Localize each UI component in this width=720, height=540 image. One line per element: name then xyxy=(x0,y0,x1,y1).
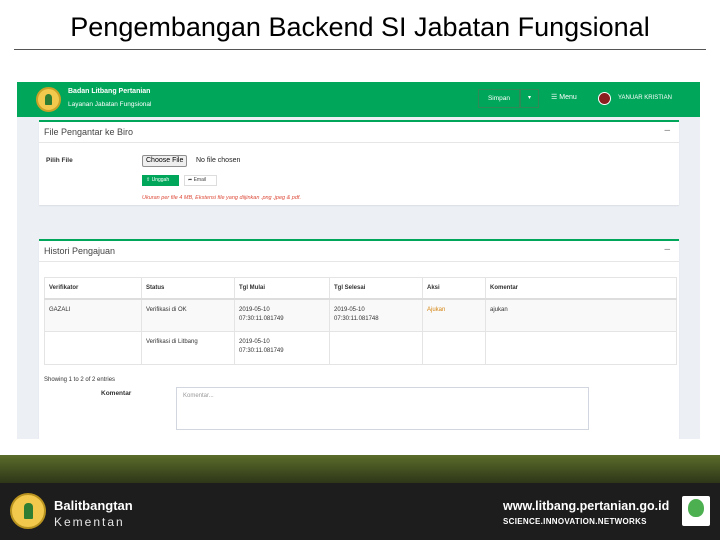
save-dropdown-toggle[interactable]: ▾ xyxy=(520,89,539,108)
table-header-row: Verifikator Status Tgl Mulai Tgl Selesai… xyxy=(44,277,677,300)
column-header-status[interactable]: Status xyxy=(141,277,235,300)
top-navbar: Badan Litbang Pertanian Layanan Jabatan … xyxy=(17,82,700,117)
collapse-icon[interactable]: – xyxy=(664,125,670,136)
upload-panel-title: File Pengantar ke Biro xyxy=(44,127,134,137)
cell-komentar xyxy=(485,331,677,365)
title-divider xyxy=(14,49,706,50)
upload-panel: File Pengantar ke Biro – Pilih File Choo… xyxy=(39,120,679,205)
history-panel-title: Histori Pengajuan xyxy=(44,246,116,256)
caret-down-icon: ▾ xyxy=(527,95,531,101)
hamburger-icon: ☰ xyxy=(551,94,560,101)
email-button[interactable]: ➦ Email xyxy=(184,175,217,186)
table-row: GAZALI Verifikasi di OK 2019-05-10 07:30:… xyxy=(44,298,677,332)
column-header-komentar[interactable]: Komentar xyxy=(485,277,677,300)
upload-label: Unggah xyxy=(151,177,170,183)
choose-file-button[interactable]: Choose File xyxy=(142,155,188,167)
slide-footer: Balitbangtan Kementan www.litbang.pertan… xyxy=(0,455,720,540)
table-row: Verifikasi di Litbang 2019-05-10 07:30:11… xyxy=(44,331,677,365)
footer-banner xyxy=(0,455,720,483)
save-button[interactable]: Simpan xyxy=(478,89,520,108)
upload-button[interactable]: ⇧ Unggah xyxy=(142,175,179,186)
balitbangtan-logo-icon xyxy=(10,493,46,529)
cell-tgl-mulai: 2019-05-10 07:30:11.081749 xyxy=(234,331,330,365)
footer-dept: Kementan xyxy=(54,515,125,529)
app-name: Layanan Jabatan Fungsional xyxy=(68,101,152,108)
tgl-mulai-time: 07:30:11.081749 xyxy=(239,315,284,322)
history-panel: Histori Pengajuan – Verifikator Status T… xyxy=(39,239,679,439)
collapse-icon[interactable]: – xyxy=(664,244,670,255)
cell-tgl-selesai xyxy=(329,331,423,365)
comment-textarea[interactable]: Komentar... xyxy=(176,387,589,430)
agency-logo-icon xyxy=(36,87,61,112)
panel-divider xyxy=(39,142,679,143)
footer-url: www.litbang.pertanian.go.id xyxy=(503,499,670,513)
comment-label: Komentar xyxy=(101,390,132,397)
tgl-mulai-date: 2019-05-10 xyxy=(239,306,270,313)
slide-title: Pengembangan Backend SI Jabatan Fungsion… xyxy=(70,12,650,42)
column-header-aksi[interactable]: Aksi xyxy=(422,277,486,300)
column-header-tgl-selesai[interactable]: Tgl Selesai xyxy=(329,277,423,300)
entries-info: Showing 1 to 2 of 2 entries xyxy=(44,377,116,383)
upload-hint: Ukuran per file 4 MB, Ekstensi file yang… xyxy=(142,195,301,201)
cell-verifikator xyxy=(44,331,142,365)
no-file-text: No file chosen xyxy=(196,157,241,164)
cell-aksi xyxy=(422,331,486,365)
app-screenshot: Badan Litbang Pertanian Layanan Jabatan … xyxy=(17,82,700,439)
email-label: Email xyxy=(193,177,207,183)
footer-slogan: SCIENCE.INNOVATION.NETWORKS xyxy=(503,517,647,526)
user-name[interactable]: YANUAR KRISTIAN xyxy=(618,95,672,101)
panel-divider xyxy=(39,261,679,262)
aksi-link[interactable]: Ajukan xyxy=(427,307,445,313)
tgl-mulai-date: 2019-05-10 xyxy=(239,339,270,345)
cell-aksi: Ajukan xyxy=(422,298,486,332)
footer-org: Balitbangtan xyxy=(54,498,133,513)
tgl-selesai-time: 07:30:11.081748 xyxy=(334,315,379,322)
user-avatar[interactable] xyxy=(598,92,611,105)
history-table: Verifikator Status Tgl Mulai Tgl Selesai… xyxy=(44,277,677,365)
cell-tgl-selesai: 2019-05-10 07:30:11.081748 xyxy=(329,298,423,332)
tgl-mulai-time: 07:30:11.081749 xyxy=(239,348,284,354)
partner-logo-icon xyxy=(682,496,710,526)
tgl-selesai-date: 2019-05-10 xyxy=(334,306,365,313)
cell-status: Verifikasi di Litbang xyxy=(141,331,235,365)
menu-label: Menu xyxy=(559,94,577,101)
cell-status: Verifikasi di OK xyxy=(141,298,235,332)
cell-komentar: ajukan xyxy=(485,298,677,332)
org-name: Badan Litbang Pertanian xyxy=(68,88,151,95)
column-header-tgl-mulai[interactable]: Tgl Mulai xyxy=(234,277,330,300)
column-header-verifikator[interactable]: Verifikator xyxy=(44,277,142,300)
menu-button[interactable]: ☰ Menu xyxy=(551,93,577,101)
file-label: Pilih File xyxy=(46,157,73,164)
cell-verifikator: GAZALI xyxy=(44,298,142,332)
cell-tgl-mulai: 2019-05-10 07:30:11.081749 xyxy=(234,298,330,332)
